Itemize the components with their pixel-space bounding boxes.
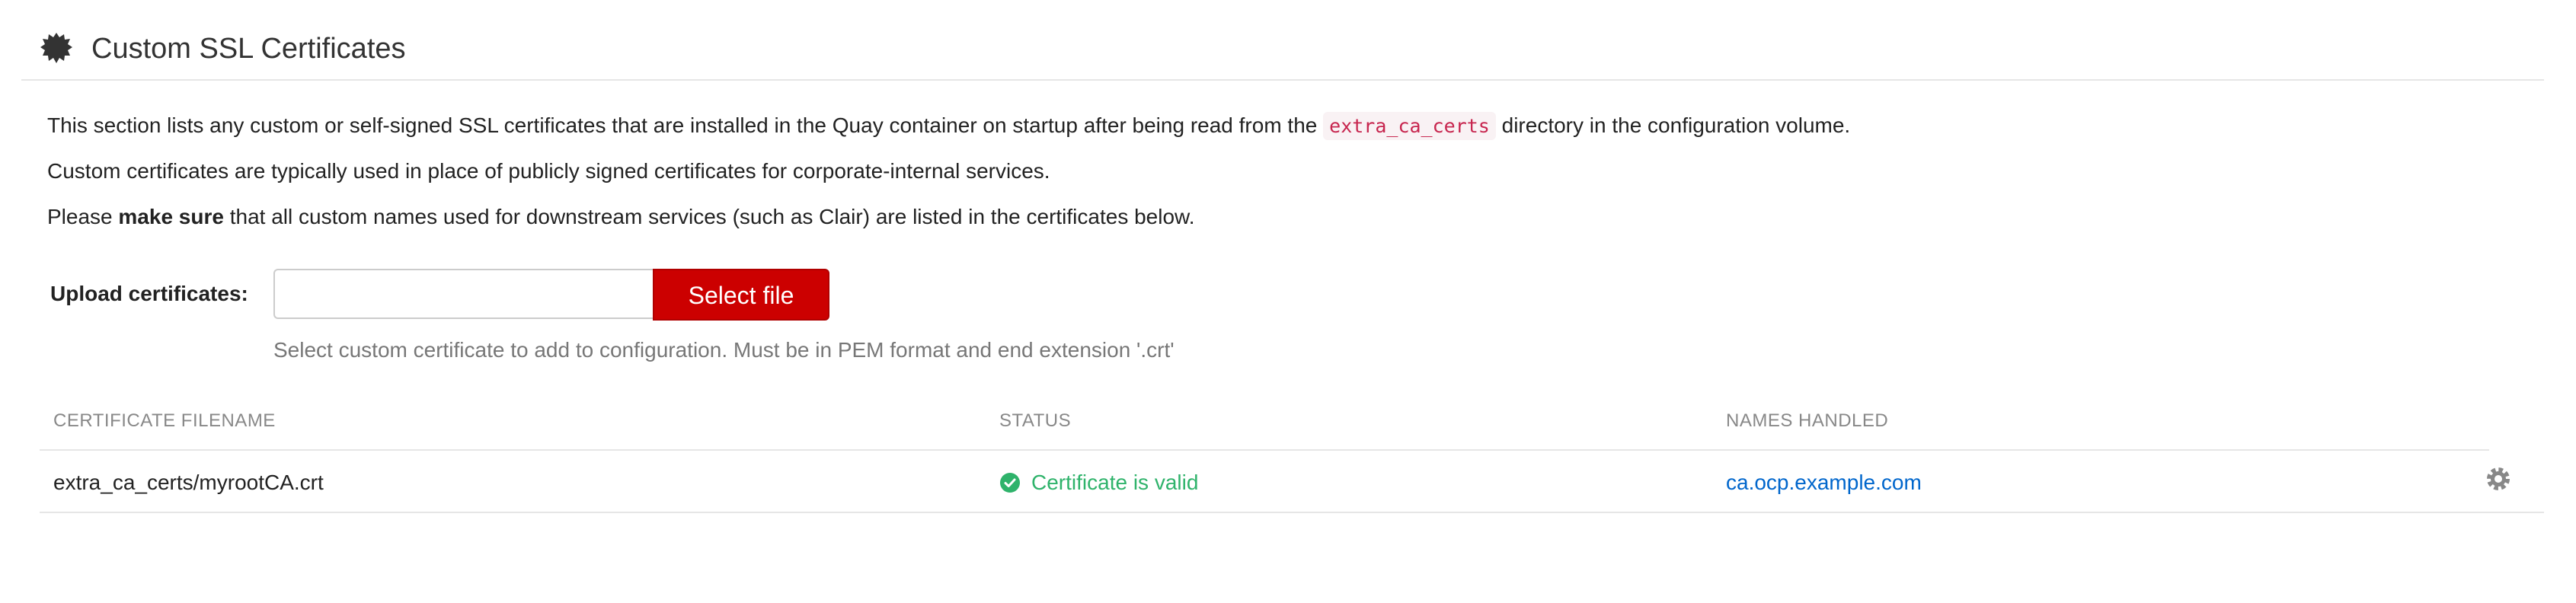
table-header-divider [40,449,2489,451]
status-text: Certificate is valid [1031,471,1199,494]
upload-certificates-label: Upload certificates: [50,282,248,305]
description-text: Please [47,205,119,228]
select-file-button[interactable]: Select file [653,269,829,321]
certificate-file-input[interactable] [273,269,653,319]
upload-help-text: Select custom certificate to add to conf… [273,338,1175,362]
gear-icon[interactable] [2483,464,2514,494]
column-header-names-handled: NAMES HANDLED [1726,410,1889,431]
certificate-status: Certificate is valid [999,467,1198,498]
description-text: directory in the configuration volume. [1495,113,1851,137]
description-line-1: This section lists any custom or self-si… [47,110,1850,142]
description-text: This section lists any custom or self-si… [47,113,1324,137]
description-line-2: Custom certificates are typically used i… [47,159,1050,183]
page-title: Custom SSL Certificates [91,33,406,65]
table-row-divider [40,512,2544,513]
check-circle-icon [1000,473,1020,493]
certificate-filename: extra_ca_certs/myrootCA.crt [53,471,324,494]
make-sure-emphasis: make sure [118,205,224,228]
certificate-seal-icon [40,33,72,63]
description-text: that all custom names used for downstrea… [223,205,1195,228]
custom-ssl-certificates-panel: Custom SSL Certificates This section lis… [21,0,2544,603]
description-line-3: Please make sure that all custom names u… [47,202,1195,232]
extra-ca-certs-code: extra_ca_certs [1323,112,1496,140]
column-header-status: STATUS [999,410,1072,431]
names-handled-link[interactable]: ca.ocp.example.com [1726,467,1922,498]
panel-header: Custom SSL Certificates [21,0,2544,81]
column-header-filename: CERTIFICATE FILENAME [53,410,276,431]
